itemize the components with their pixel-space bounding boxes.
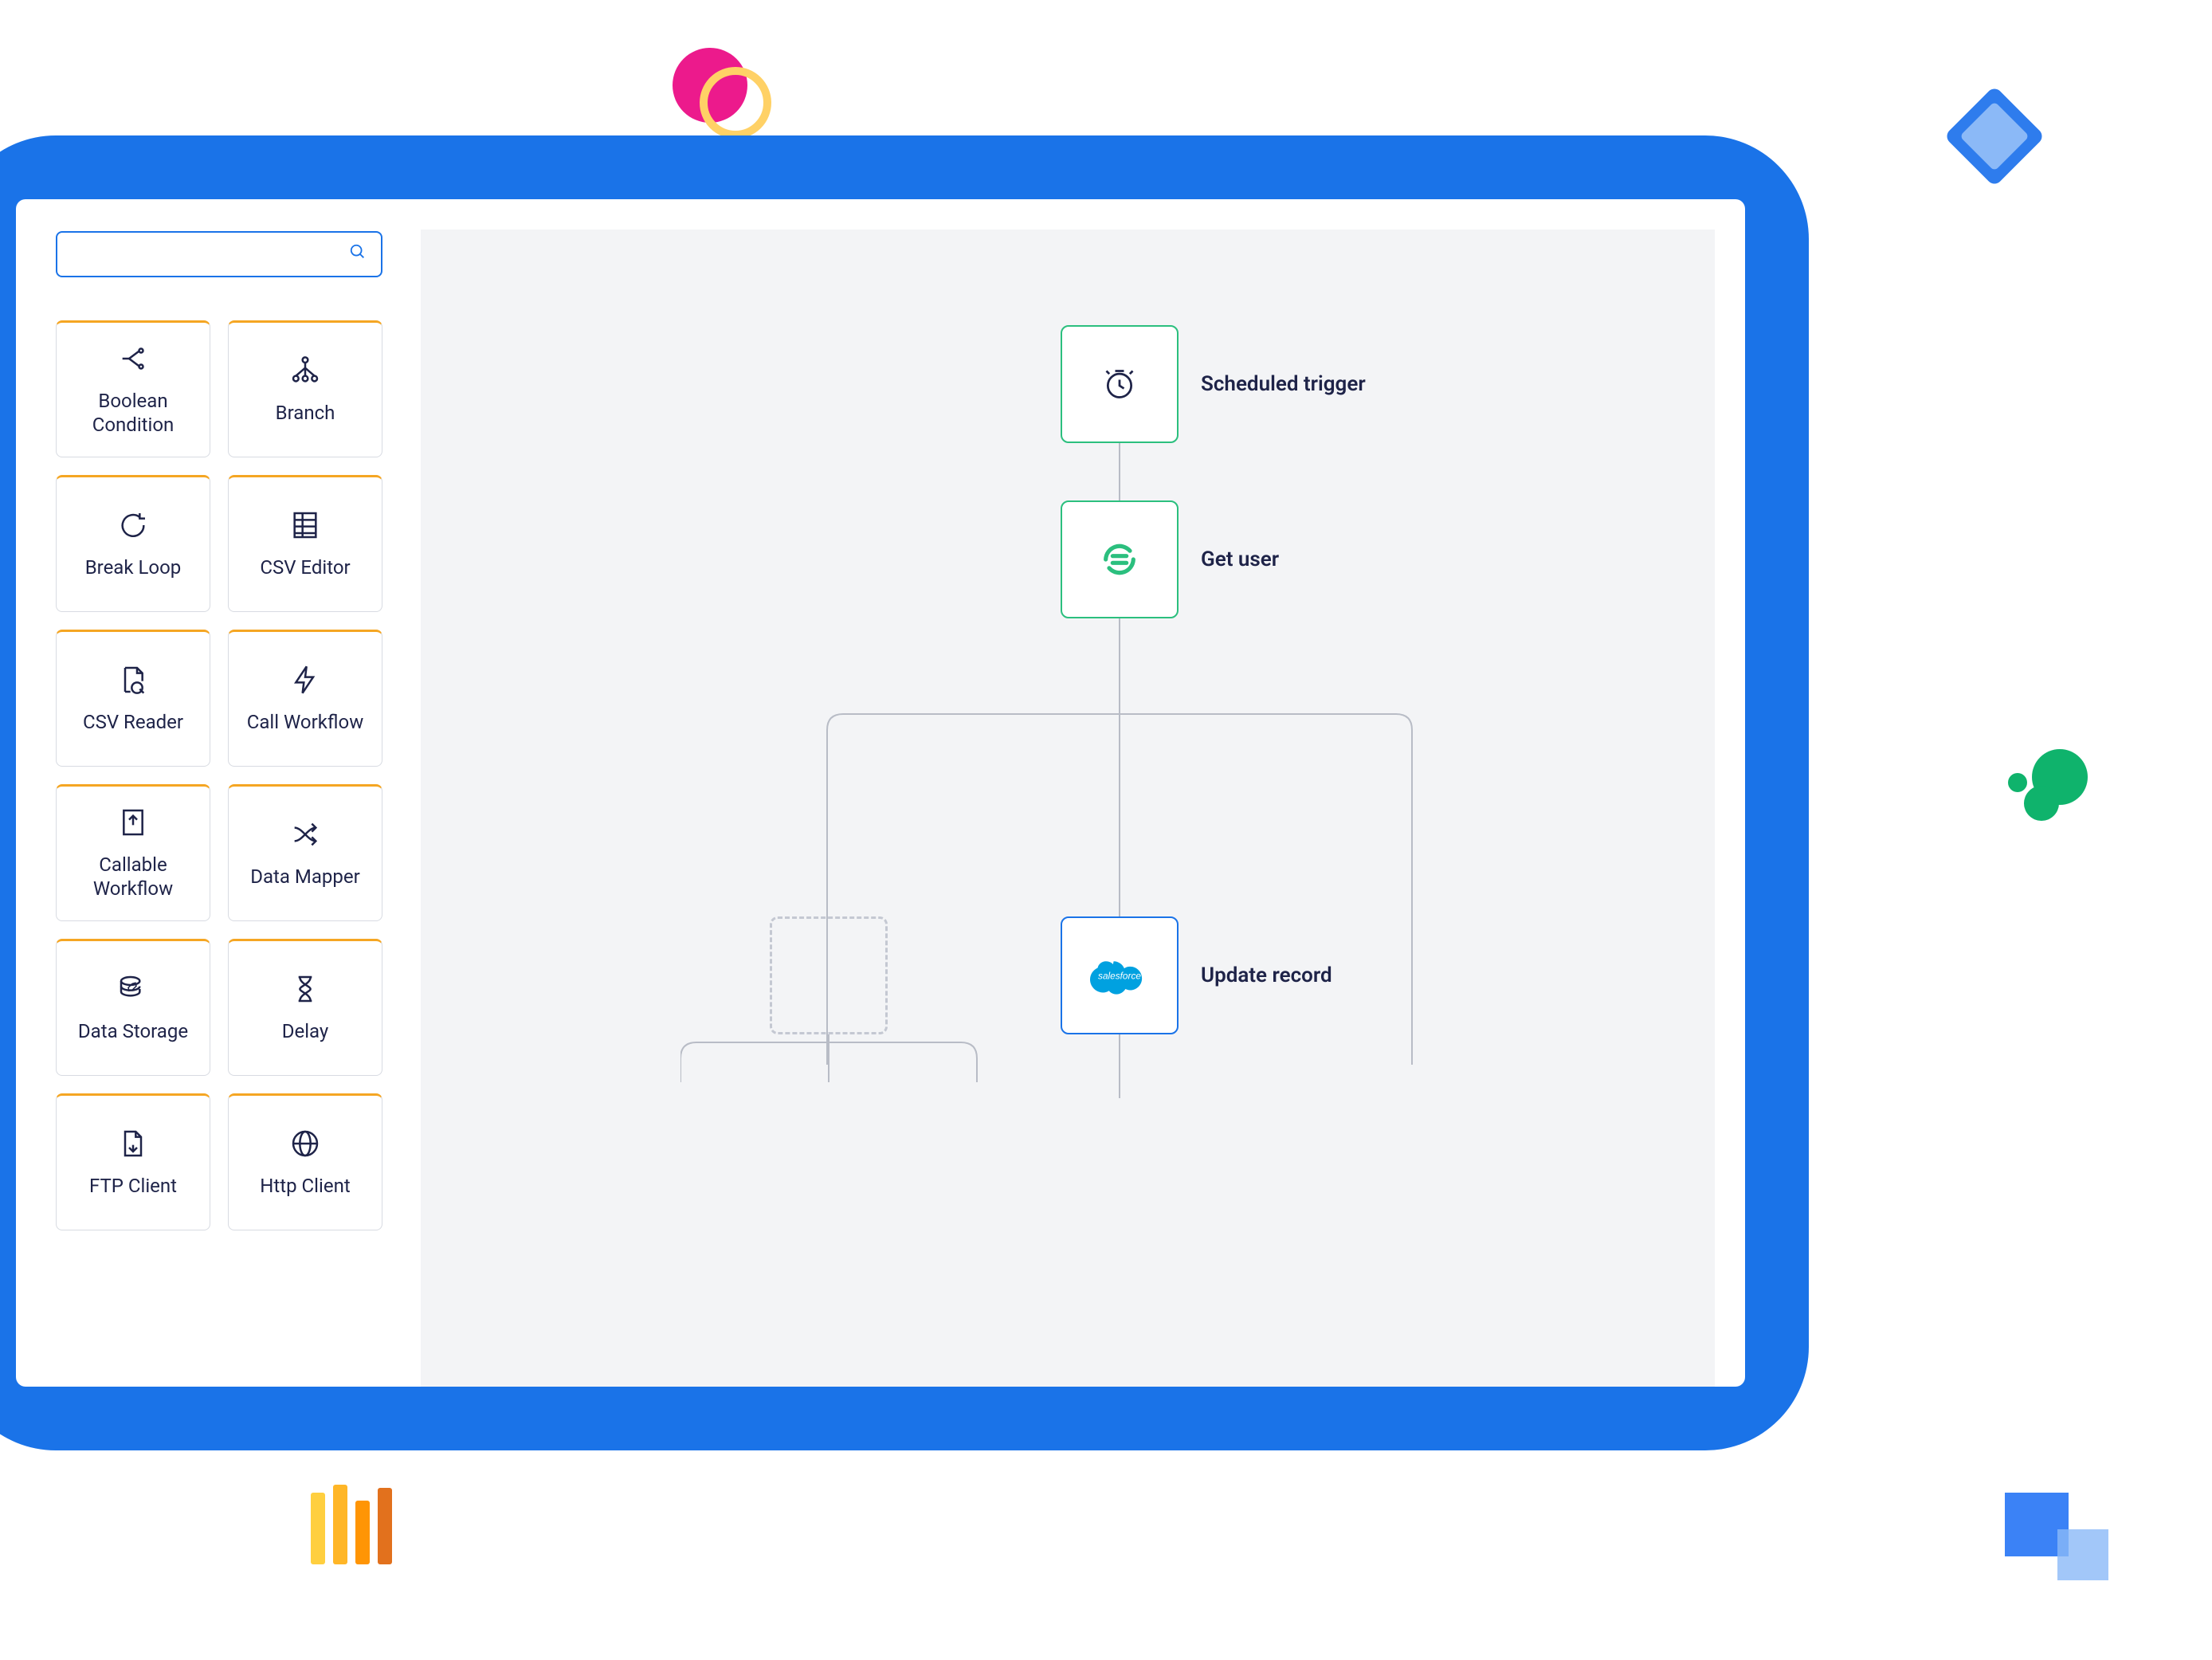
- node-box[interactable]: [1061, 500, 1179, 618]
- http-icon: [289, 1128, 321, 1160]
- node-scheduled-trigger[interactable]: Scheduled trigger: [1061, 325, 1366, 443]
- node-label: Get user: [1201, 547, 1279, 571]
- salesforce-icon: salesforce: [1090, 956, 1149, 995]
- boolean-icon: [117, 343, 149, 375]
- tile-label: Data Mapper: [250, 865, 359, 889]
- svg-text:salesforce: salesforce: [1098, 970, 1141, 981]
- tile-label: Call Workflow: [247, 710, 364, 734]
- tile-label: FTP Client: [89, 1174, 177, 1198]
- decoration-dots: [2008, 749, 2088, 829]
- callworkflow-icon: [289, 664, 321, 696]
- tile-label: Delay: [282, 1019, 329, 1043]
- search-input[interactable]: [72, 243, 349, 265]
- breakloop-icon: [117, 509, 149, 541]
- decoration-ring: [700, 67, 771, 139]
- palette-tile-delay[interactable]: Delay: [228, 939, 382, 1076]
- palette-tile-http[interactable]: Http Client: [228, 1093, 382, 1230]
- node-update-record[interactable]: salesforce Update record: [1061, 916, 1332, 1034]
- palette-tile-ftp[interactable]: FTP Client: [56, 1093, 210, 1230]
- search-icon: [349, 243, 367, 265]
- app-window: Boolean Condition Branch Break Loop CSV Edi…: [16, 199, 1745, 1387]
- node-label: Update record: [1201, 963, 1332, 987]
- branch-icon: [289, 355, 321, 387]
- datamapper-icon: [289, 818, 321, 850]
- palette-tile-csvreader[interactable]: CSV Reader: [56, 630, 210, 767]
- palette-tile-breakloop[interactable]: Break Loop: [56, 475, 210, 612]
- app-frame: Boolean Condition Branch Break Loop CSV Edi…: [0, 135, 1809, 1450]
- decoration-squares: [2005, 1493, 2108, 1580]
- service-icon: [1099, 539, 1140, 580]
- component-palette: Boolean Condition Branch Break Loop CSV Edi…: [56, 320, 382, 1230]
- tile-label: Boolean Condition: [69, 389, 197, 437]
- palette-tile-datamapper[interactable]: Data Mapper: [228, 784, 382, 921]
- palette-tile-csveditor[interactable]: CSV Editor: [228, 475, 382, 612]
- decoration-bars: [311, 1485, 392, 1564]
- palette-tile-callable[interactable]: Callable Workflow: [56, 784, 210, 921]
- delay-icon: [289, 973, 321, 1005]
- tile-label: CSV Editor: [260, 555, 350, 579]
- tile-label: Branch: [276, 401, 335, 425]
- palette-tile-callworkflow[interactable]: Call Workflow: [228, 630, 382, 767]
- datastorage-icon: [117, 973, 149, 1005]
- component-sidebar: Boolean Condition Branch Break Loop CSV Edi…: [56, 199, 390, 1387]
- tile-label: Http Client: [260, 1174, 350, 1198]
- tile-label: Data Storage: [78, 1019, 188, 1043]
- search-field[interactable]: [56, 231, 382, 277]
- node-label: Scheduled trigger: [1201, 372, 1366, 396]
- workflow-canvas[interactable]: Scheduled trigger Get user salesforce Up…: [421, 230, 1715, 1387]
- node-box[interactable]: [1061, 325, 1179, 443]
- clock-icon: [1102, 367, 1137, 402]
- node-get-user[interactable]: Get user: [1061, 500, 1279, 618]
- tile-label: CSV Reader: [83, 710, 183, 734]
- palette-tile-datastorage[interactable]: Data Storage: [56, 939, 210, 1076]
- callable-icon: [117, 806, 149, 838]
- decoration-diamond: [1943, 85, 2045, 186]
- node-box[interactable]: salesforce: [1061, 916, 1179, 1034]
- csveditor-icon: [289, 509, 321, 541]
- csvreader-icon: [117, 664, 149, 696]
- tile-label: Callable Workflow: [69, 853, 197, 901]
- palette-tile-branch[interactable]: Branch: [228, 320, 382, 457]
- palette-tile-boolean[interactable]: Boolean Condition: [56, 320, 210, 457]
- ftp-icon: [117, 1128, 149, 1160]
- tile-label: Break Loop: [85, 555, 182, 579]
- node-placeholder[interactable]: [770, 916, 888, 1034]
